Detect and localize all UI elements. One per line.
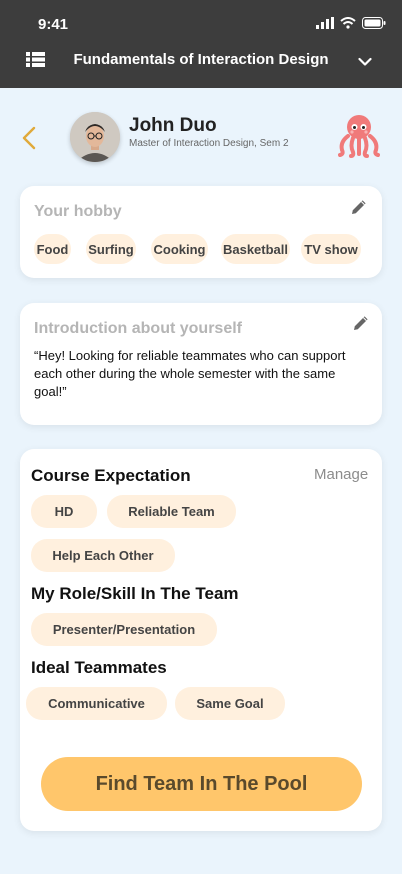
edit-pencil-icon[interactable] — [350, 198, 368, 221]
team-preferences-card: Course Expectation Manage HD Reliable Te… — [20, 449, 382, 831]
wifi-icon — [340, 16, 356, 34]
hobby-title: Your hobby — [34, 203, 122, 220]
hobby-chip[interactable]: Food — [34, 234, 71, 264]
hobby-chip[interactable]: Surfing — [86, 234, 136, 264]
expectation-chip[interactable]: HD — [31, 495, 97, 528]
hobby-chip[interactable]: TV show — [301, 234, 361, 264]
top-bar: 9:41 Fundamentals of Interaction Design — [0, 0, 402, 88]
expectation-chip[interactable]: Reliable Team — [107, 495, 236, 528]
avatar[interactable] — [70, 112, 120, 162]
status-time: 9:41 — [38, 16, 69, 33]
user-program: Master of Interaction Design, Sem 2 — [129, 138, 289, 149]
status-icons — [316, 16, 386, 34]
teammate-chip[interactable]: Same Goal — [175, 687, 285, 720]
battery-icon — [362, 16, 386, 34]
introduction-card: Introduction about yourself “Hey! Lookin… — [20, 303, 382, 425]
octopus-mascot-icon — [336, 112, 382, 163]
course-title[interactable]: Fundamentals of Interaction Design — [0, 51, 402, 68]
back-arrow-icon[interactable] — [18, 120, 40, 161]
role-skill-chip[interactable]: Presenter/Presentation — [31, 613, 217, 646]
find-team-button[interactable]: Find Team In The Pool — [41, 757, 362, 811]
hobby-chip[interactable]: Basketball — [221, 234, 290, 264]
course-expectation-title: Course Expectation — [31, 466, 191, 485]
manage-link[interactable]: Manage — [314, 466, 368, 483]
introduction-text: “Hey! Looking for reliable teammates who… — [34, 348, 346, 399]
introduction-title: Introduction about yourself — [34, 320, 242, 337]
user-name: John Duo — [129, 115, 217, 136]
teammate-chip[interactable]: Communicative — [26, 687, 167, 720]
edit-pencil-icon[interactable] — [352, 314, 370, 337]
hobby-chip[interactable]: Cooking — [151, 234, 208, 264]
signal-icon — [316, 16, 334, 34]
role-skill-title: My Role/Skill In The Team — [31, 584, 239, 603]
ideal-teammates-title: Ideal Teammates — [31, 658, 167, 677]
expectation-chip[interactable]: Help Each Other — [31, 539, 175, 572]
chevron-down-icon[interactable] — [358, 54, 372, 72]
hobby-card: Your hobby Food Surfing Cooking Basketba… — [20, 186, 382, 278]
